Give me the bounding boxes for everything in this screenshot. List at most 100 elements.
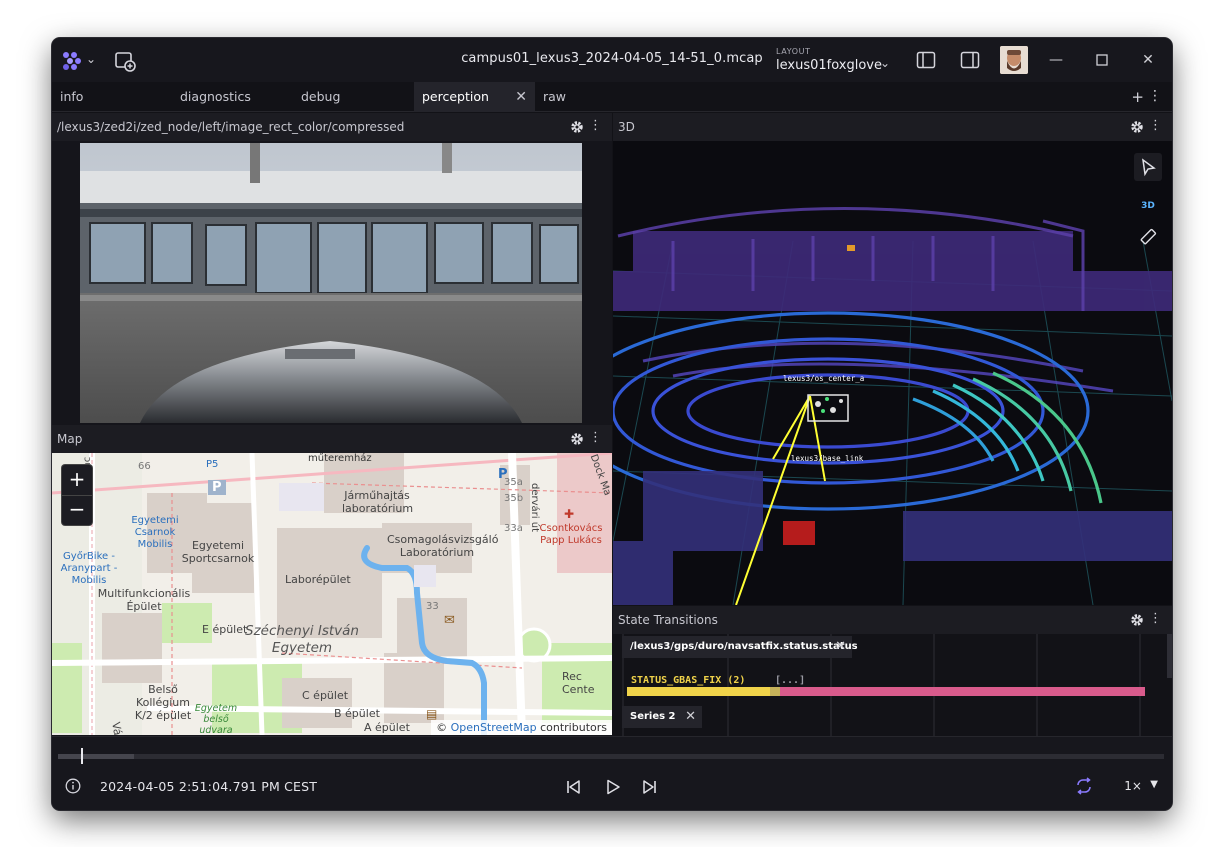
app-menu-chevron-icon[interactable]: ⌄ <box>86 52 96 66</box>
map-view[interactable]: P P5 műteremház Járműhajtás laboratórium… <box>52 453 612 735</box>
seek-forward-icon[interactable] <box>641 778 659 796</box>
app-window: ⌄ campus01_lexus3_2024-04-05_14-51_0.mca… <box>52 38 1172 810</box>
map-label-66: 66 <box>138 461 151 472</box>
hospital-icon: ✚ <box>564 507 575 521</box>
gear-icon[interactable] <box>1130 120 1144 134</box>
add-tab-icon[interactable]: + <box>1131 88 1144 106</box>
image-panel-title: /lexus3/zed2i/zed_node/left/image_rect_c… <box>57 120 405 134</box>
map-attribution: © OpenStreetMap contributors <box>431 720 612 735</box>
attribution-copyright: © <box>436 721 448 734</box>
playback-bar: 2024-04-05 2:51:04.791 PM CEST 1× ▼ <box>52 736 1172 810</box>
panel-menu-icon[interactable]: ⋮ <box>589 118 602 133</box>
series-chip-series-2[interactable]: Series 2 ✕ <box>622 706 702 728</box>
title-bar: ⌄ campus01_lexus3_2024-04-05_14-51_0.mca… <box>52 38 1172 82</box>
info-icon[interactable] <box>65 778 81 794</box>
panel-menu-icon[interactable]: ⋮ <box>589 430 602 445</box>
three-d-panel-header: 3D ⋮ <box>613 113 1172 141</box>
map-label-multifunkcionalis: Multifunkcionális Épület <box>97 587 191 613</box>
library-icon: ▤ <box>426 707 438 721</box>
openstreetmap-link[interactable]: OpenStreetMap <box>451 721 537 734</box>
attribution-suffix: contributors <box>540 721 607 734</box>
zoom-in-button[interactable]: + <box>62 465 92 495</box>
parking-p5-label: P5 <box>206 459 219 470</box>
timeline-loaded-range <box>58 754 134 759</box>
zoom-controls: + − <box>62 465 92 525</box>
measure-tool-button[interactable] <box>1134 223 1162 251</box>
map-panel-header: Map ⋮ <box>52 425 612 453</box>
tab-raw[interactable]: raw <box>535 82 656 112</box>
mail-icon: ✉ <box>444 613 455 628</box>
map-label-b-epulet: B épület <box>334 707 380 720</box>
map-label-csomagolas: Csomagolásvizsgáló Laboratórium <box>387 533 499 559</box>
map-label-sportcsarnok: Egyetemi Sportcsarnok <box>181 539 255 565</box>
map-label-gyorbike: GyőrBike - Aranypart - Mobilis <box>60 551 118 586</box>
state-panel-title: State Transitions <box>618 613 718 627</box>
gear-icon[interactable] <box>570 432 584 446</box>
tab-perception-label: perception <box>422 89 489 104</box>
gear-icon[interactable] <box>1130 613 1144 627</box>
tab-perception[interactable]: perception ✕ <box>414 82 535 112</box>
tab-info[interactable]: info <box>52 82 172 112</box>
point-cloud-view[interactable]: lexus3/os_center_a lexus3/base_link <box>613 141 1172 605</box>
image-panel-header: /lexus3/zed2i/zed_node/left/image_rect_c… <box>52 113 612 141</box>
map-label-c-epulet: C épület <box>302 689 349 702</box>
loop-icon[interactable] <box>1074 777 1094 795</box>
close-window-button[interactable]: ✕ <box>1138 50 1158 70</box>
state-transitions-panel: State Transitions ⋮ /lexus3/gps/duro/nav… <box>613 606 1172 736</box>
maximize-button[interactable] <box>1092 50 1112 70</box>
zoom-out-button[interactable]: − <box>62 495 92 525</box>
speed-chevron-icon[interactable]: ▼ <box>1150 779 1158 790</box>
map-parking-icon: P <box>498 467 508 482</box>
map-label-csarnok-mobilis: Egyetemi Csarnok Mobilis <box>131 515 179 550</box>
three-d-mode-button[interactable]: 3D <box>1134 192 1162 220</box>
playback-speed-select[interactable]: 1× <box>1124 779 1142 793</box>
image-panel: /lexus3/zed2i/zed_node/left/image_rect_c… <box>52 113 612 425</box>
layout-label: LAYOUT <box>776 47 811 56</box>
map-panel-title: Map <box>57 432 83 446</box>
camera-image <box>80 143 582 423</box>
map-label-33a: 33a <box>504 523 523 534</box>
map-label-muteremhaz: műteremház <box>308 453 372 464</box>
map-label-jarmuhajtas: Járműhajtás laboratórium <box>342 489 414 515</box>
gear-icon[interactable] <box>570 120 584 134</box>
remove-series-icon[interactable]: ✕ <box>685 706 696 728</box>
layout-chevron-icon[interactable]: ⌄ <box>880 56 890 70</box>
seek-backward-icon[interactable] <box>564 778 582 796</box>
map-label-dervari: dervári út <box>529 483 540 532</box>
map-label-a-epulet: A épület <box>364 721 410 734</box>
layout-selector[interactable]: lexus01foxglove <box>776 58 882 73</box>
frame-label-os-center: lexus3/os_center_a <box>783 374 864 383</box>
series-chip-navsatfix[interactable]: /lexus3/gps/duro/navsatfix.status.status… <box>622 636 858 658</box>
cursor-icon <box>1142 158 1156 177</box>
state-label-ellipsis: [...] <box>775 675 806 686</box>
tab-bar: info diagnostics debug perception ✕ raw … <box>52 82 1172 112</box>
map-label-laborepulet: Laborépület <box>285 573 351 586</box>
state-transitions-chart[interactable]: /lexus3/gps/duro/navsatfix.status.status… <box>613 634 1172 736</box>
state-label-gbas-fix: STATUS_GBAS_FIX (2) <box>631 675 746 686</box>
panel-menu-icon[interactable]: ⋮ <box>1149 118 1162 133</box>
left-sidebar-toggle-icon[interactable] <box>916 51 936 69</box>
map-label-33: 33 <box>426 601 439 612</box>
tab-menu-icon[interactable]: ⋮ <box>1148 88 1162 104</box>
map-label-e-epulet: E épület <box>202 623 248 636</box>
foxglove-logo-icon[interactable] <box>60 50 86 72</box>
timeline-scrubber[interactable] <box>58 754 1164 759</box>
minimize-button[interactable]: — <box>1046 50 1066 70</box>
tab-close-icon[interactable]: ✕ <box>515 82 527 112</box>
playhead-marker[interactable] <box>81 748 83 764</box>
series-chip-label: Series 2 <box>630 711 676 722</box>
map-label-csontkovacs: Csontkovács Papp Lukács <box>539 523 603 546</box>
new-window-icon[interactable] <box>114 50 136 72</box>
select-tool-button[interactable] <box>1134 153 1162 181</box>
panel-menu-icon[interactable]: ⋮ <box>1149 611 1162 626</box>
tab-debug[interactable]: debug <box>293 82 414 112</box>
right-sidebar-toggle-icon[interactable] <box>960 51 980 69</box>
map-panel: Map ⋮ P P5 műteremház Járműhajtás labora… <box>52 425 612 736</box>
remove-series-icon[interactable]: ✕ <box>835 636 846 658</box>
map-label-rec-center: Rec Cente <box>562 670 595 696</box>
map-label-belso-udvar: Egyetem belső udvara <box>194 703 238 735</box>
tab-diagnostics[interactable]: diagnostics <box>172 82 293 112</box>
play-icon[interactable] <box>604 778 622 796</box>
frame-label-base-link: lexus3/base_link <box>791 454 864 463</box>
user-avatar[interactable] <box>1000 46 1028 74</box>
